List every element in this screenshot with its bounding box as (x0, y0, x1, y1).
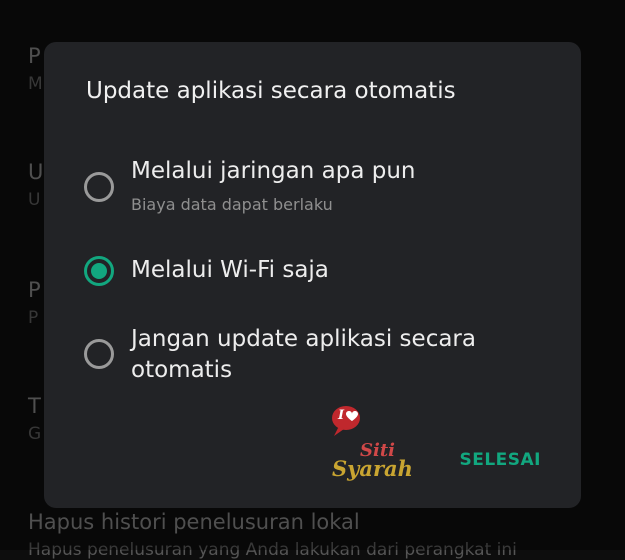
option-label: Jangan update aplikasi secara otomatis (131, 326, 476, 383)
auto-update-dialog: Update aplikasi secara otomatis Melalui … (44, 42, 581, 508)
option-any-network[interactable]: Melalui jaringan apa pun Biaya data dapa… (84, 158, 554, 226)
radio-checked-icon[interactable] (84, 256, 114, 286)
radio-unchecked-icon[interactable] (84, 172, 114, 202)
option-label: Melalui Wi-Fi saja (131, 257, 329, 283)
watermark-text: Syarah (332, 456, 413, 481)
option-dont-update[interactable]: Jangan update aplikasi secara otomatis (84, 324, 554, 388)
option-label: Melalui jaringan apa pun (131, 158, 416, 184)
watermark-text: I (338, 408, 345, 423)
done-button[interactable]: SELESAI (459, 450, 541, 470)
radio-unchecked-icon[interactable] (84, 339, 114, 369)
option-sublabel: Biaya data dapat berlaku (131, 195, 333, 214)
option-wifi-only[interactable]: Melalui Wi-Fi saja (84, 256, 554, 288)
siti-syarah-watermark: I Siti Syarah (330, 398, 430, 488)
dialog-title: Update aplikasi secara otomatis (86, 78, 456, 104)
